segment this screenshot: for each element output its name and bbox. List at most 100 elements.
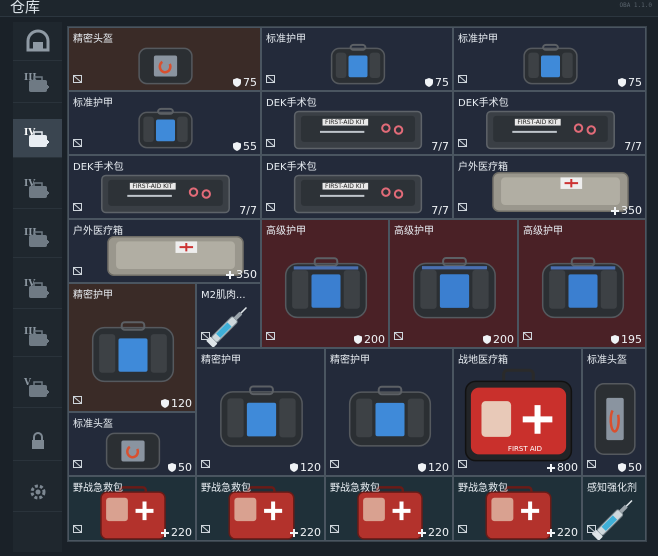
untradeable-flag-icon [458,196,467,215]
untradeable-flag-icon [458,518,467,537]
item-name: 精密护甲 [330,355,370,366]
inventory-item[interactable]: FIRST-AID KIT DEK手术包 7/7 [453,91,646,155]
svg-text:FIRST-AID KIT: FIRST-AID KIT [325,119,365,126]
inventory-item[interactable]: 野战急救包 220 [196,476,325,541]
inventory-item[interactable]: 野战急救包 220 [325,476,453,541]
untradeable-flag-icon [73,518,82,537]
item-name: 精密护甲 [201,355,241,366]
inventory-item[interactable]: 户外医疗箱 350 [68,219,261,283]
inventory-item[interactable]: FIRST-AID KIT DEK手术包 7/7 [261,91,453,155]
top-bar: 仓库 OBA 1.1.0 [0,0,658,17]
item-name: 高级护甲 [266,226,306,237]
heal-plus-icon [161,528,169,537]
item-value: 800 [547,461,578,474]
item-name: 野战急救包 [458,483,508,494]
item-value-text: 50 [628,461,642,474]
item-value-text: 75 [243,76,257,89]
item-value: 220 [290,526,321,539]
item-value-text: 50 [178,461,192,474]
inventory-item[interactable]: FIRST-AID KIT DEK手术包 7/7 [68,155,261,219]
untradeable-flag-icon [201,325,210,344]
sidebar-tab-1[interactable]: III [13,64,62,103]
item-name: DEK手术包 [266,162,317,173]
item-value-text: 75 [435,76,449,89]
inventory-item[interactable]: 感知强化剂 [582,476,646,541]
armor-shield-icon [611,335,619,344]
inventory-item[interactable]: 高级护甲 200 [261,219,389,348]
svg-text:FIRST AID: FIRST AID [508,445,542,453]
item-value-text: 220 [557,526,578,539]
inventory-item[interactable]: FIRST AID 战地医疗箱 800 [453,348,582,476]
helmet-icon [25,28,51,54]
item-name: 户外医疗箱 [73,226,123,237]
item-name: 感知强化剂 [587,483,637,494]
item-value: 50 [168,461,192,474]
inventory-item[interactable]: 户外医疗箱 350 [453,155,646,219]
inventory-item[interactable]: 野战急救包 220 [68,476,196,541]
tier-5-armor-icon: V [23,376,53,400]
sidebar-tab-7[interactable]: V [13,369,62,408]
untradeable-flag-icon [73,68,82,87]
sidebar-tab-0[interactable] [13,22,62,61]
sidebar-tab-5[interactable]: IV [13,270,62,309]
tier-3-armor-icon: III [23,71,53,95]
inventory-item[interactable]: 标准头盔 50 [68,412,196,476]
inventory-item[interactable]: 精密护甲 120 [196,348,325,476]
item-name: 标准护甲 [266,34,306,45]
sidebar-tab-4[interactable]: III [13,219,62,258]
svg-text:FIRST-AID KIT: FIRST-AID KIT [517,119,557,126]
untradeable-flag-icon [330,518,339,537]
inventory-item[interactable]: FIRST-AID KIT DEK手术包 7/7 [261,155,453,219]
inventory-item[interactable]: 高级护甲 195 [518,219,646,348]
inventory-item[interactable]: 标准护甲 55 [68,91,261,155]
inventory-item[interactable]: 高级护甲 200 [389,219,518,348]
item-value: 200 [354,333,385,346]
item-name: 精密护甲 [73,290,113,301]
gear-icon [28,482,48,502]
tier-3-armor-icon: III [23,226,53,250]
sidebar-tab-3[interactable]: IV [13,170,62,209]
item-image [69,284,195,411]
sidebar-tab-6[interactable]: III [13,318,62,357]
item-value-text: 350 [621,204,642,217]
untradeable-flag-icon [587,453,596,472]
heal-plus-icon [226,270,234,279]
untradeable-flag-icon [458,68,467,87]
item-name: 标准头盔 [73,419,113,430]
item-value-text: 75 [628,76,642,89]
untradeable-flag-icon [458,132,467,151]
sidebar-tab-2[interactable]: IV [13,119,62,158]
heal-plus-icon [611,206,619,215]
armor-shield-icon [168,463,176,472]
item-name: 野战急救包 [201,483,251,494]
item-value: 200 [483,333,514,346]
item-value: 350 [611,204,642,217]
sidebar-tab-8[interactable] [13,422,62,461]
item-name: 战地医疗箱 [458,355,508,366]
item-value: 195 [611,333,642,346]
untradeable-flag-icon [201,518,210,537]
inventory-item[interactable]: 精密护甲 120 [325,348,453,476]
inventory-item[interactable]: 野战急救包 220 [453,476,582,541]
item-value: 75 [425,76,449,89]
sidebar: III IV IV III IV III V [13,22,62,552]
armor-shield-icon [354,335,362,344]
heal-plus-icon [418,528,426,537]
armor-shield-icon [233,78,241,87]
lock-icon [29,431,47,451]
inventory-item[interactable]: 标准头盔 50 [582,348,646,476]
item-image [390,220,517,347]
inventory-item[interactable]: 标准护甲 75 [453,27,646,91]
item-name: 高级护甲 [523,226,563,237]
item-image [197,349,324,475]
inventory-item[interactable]: 精密头盔 75 [68,27,261,91]
untradeable-flag-icon [266,325,275,344]
sidebar-tab-9[interactable] [13,473,62,512]
item-image: FIRST AID [454,349,581,475]
inventory-item[interactable]: M2肌肉... [196,283,261,348]
untradeable-flag-icon [73,389,82,408]
item-value: 50 [618,461,642,474]
inventory-item[interactable]: 标准护甲 75 [261,27,453,91]
inventory-item[interactable]: 精密护甲 120 [68,283,196,412]
untradeable-flag-icon [73,453,82,472]
